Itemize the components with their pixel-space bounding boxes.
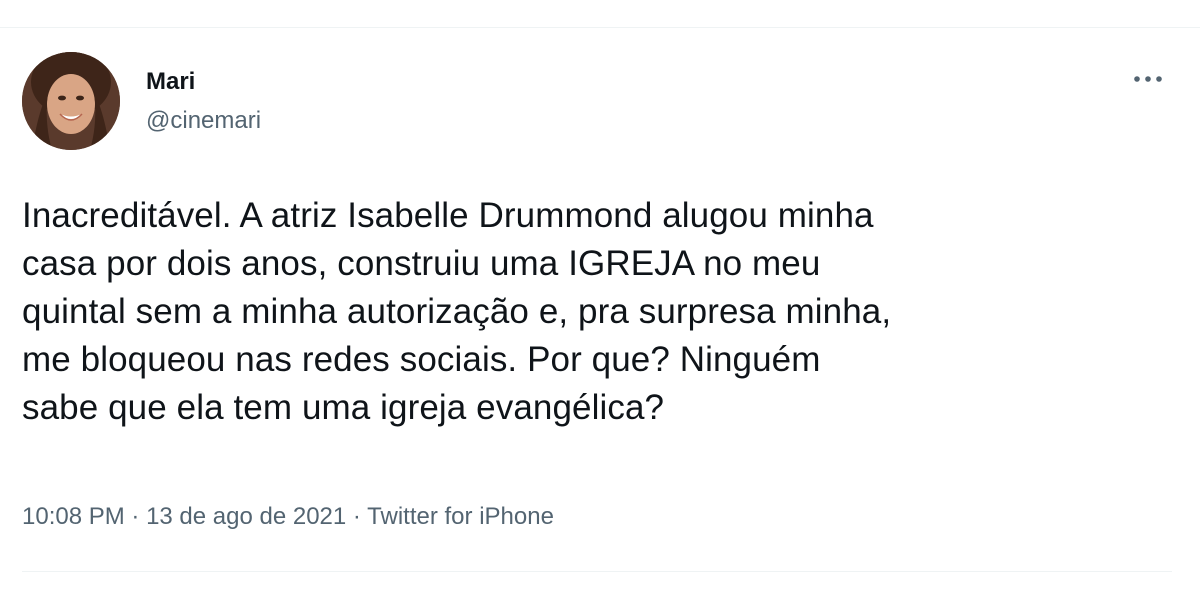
- author-handle[interactable]: @cinemari: [146, 107, 261, 135]
- top-divider: [0, 27, 1200, 28]
- tweet-text-line: quintal sem a minha autorização e, pra s…: [22, 292, 892, 331]
- bottom-divider: [22, 571, 1172, 572]
- tweet-text-line: sabe que ela tem uma igreja evangélica?: [22, 388, 665, 427]
- tweet-source[interactable]: Twitter for iPhone: [367, 503, 554, 530]
- tweet-text-line: Inacreditável. A atriz Isabelle Drummond…: [22, 196, 874, 235]
- meta-separator: ·: [124, 503, 147, 530]
- tweet-date[interactable]: 13 de ago de 2021: [146, 503, 346, 530]
- meta-separator: ·: [346, 503, 368, 530]
- ellipsis-icon: [1134, 76, 1162, 82]
- tweet-meta: 10:08 PM · 13 de ago de 2021 · Twitter f…: [22, 502, 554, 532]
- more-options-button[interactable]: [1128, 64, 1168, 94]
- tweet-time[interactable]: 10:08 PM: [22, 503, 125, 530]
- tweet-text-line: me bloqueou nas redes sociais. Por que? …: [22, 340, 821, 379]
- avatar-photo: [22, 52, 120, 150]
- tweet-text: Inacreditável. A atriz Isabelle Drummond…: [22, 192, 1172, 432]
- avatar[interactable]: [22, 52, 120, 150]
- tweet-text-line: casa por dois anos, construiu uma IGREJA…: [22, 244, 821, 283]
- author-name[interactable]: Mari: [146, 68, 195, 96]
